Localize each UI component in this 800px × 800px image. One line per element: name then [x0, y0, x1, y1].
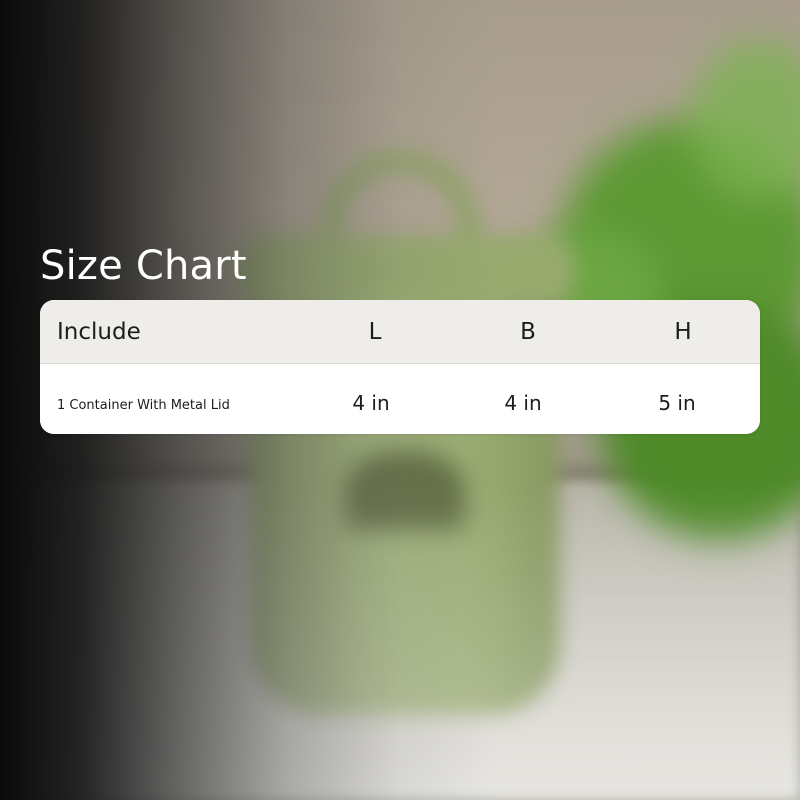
- table-row: 1 Container With Metal Lid 4 in 4 in 5 i…: [40, 364, 760, 434]
- size-chart-table: Include L B H 1 Container With Metal Lid…: [40, 300, 760, 434]
- header-breadth: B: [520, 318, 536, 345]
- header-length: L: [368, 318, 382, 345]
- cell-breadth: 4 in: [504, 391, 542, 415]
- header-include: Include: [57, 318, 141, 345]
- cell-include: 1 Container With Metal Lid: [57, 397, 230, 413]
- page-title: Size Chart: [40, 243, 247, 289]
- table-header-row: Include L B H: [40, 300, 760, 364]
- cell-length: 4 in: [352, 391, 390, 415]
- cell-height: 5 in: [658, 391, 696, 415]
- header-height: H: [674, 318, 692, 345]
